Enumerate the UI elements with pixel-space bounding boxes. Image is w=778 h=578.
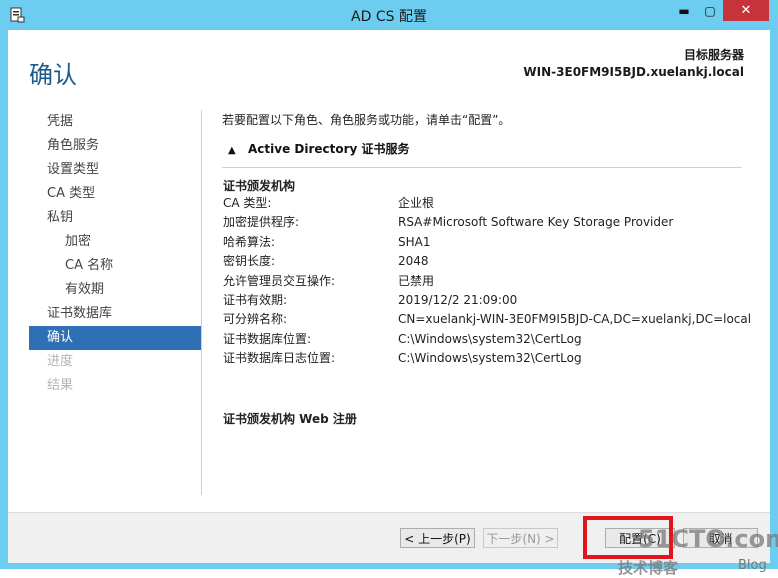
nav-item-progress: 进度 [47,354,74,369]
setting-key: 加密提供程序: [223,215,300,230]
nav-item-ca-name[interactable]: CA 名称 [29,254,201,278]
nav-item-results: 结果 [47,378,74,393]
intro-text: 若要配置以下角色、角色服务或功能，请单击“配置”。 [222,113,511,127]
setting-value: SHA1 [398,234,431,249]
setting-row: 证书有效期: 2019/12/2 21:09:00 [223,291,753,310]
collapse-arrow-icon[interactable]: ▲ [228,145,238,156]
nav-item-confirmation[interactable]: 确认 [29,326,201,350]
setting-value: 2048 [398,254,429,269]
web-enrollment-title: 证书颁发机构 Web 注册 [223,412,357,426]
section-header[interactable]: ▲ Active Directory 证书服务 [222,140,410,157]
setting-row: 密钥长度: 2048 [223,252,753,271]
wizard-nav: 凭据 角色服务 设置类型 CA 类型 私钥 加密 CA 名称 有效期 证书数据库… [29,110,201,398]
watermark-subtitle: 技术博客 [618,559,679,577]
setting-value: C:\Windows\system32\CertLog [398,331,582,346]
watermark-logo-text: 51CTO.com [638,525,778,553]
nav-item-certificate-database[interactable]: 证书数据库 [29,302,201,326]
setting-row: 哈希算法: SHA1 [223,233,753,252]
nav-item-credentials[interactable]: 凭据 [29,110,201,134]
setting-value: C:\Windows\system32\CertLog [398,351,582,366]
target-server-name: WIN-3E0FM9I5BJD.xuelankj.local [523,65,744,79]
setting-key: 允许管理员交互操作: [223,273,336,288]
setting-row: CA 类型: 企业根 [223,194,753,213]
watermark-blog: Blog [738,558,767,573]
setting-row: 允许管理员交互操作: 已禁用 [223,272,753,291]
next-button: 下一步(N) > [483,528,558,548]
setting-key: CA 类型: [223,196,272,210]
maximize-button[interactable]: ▢ [697,0,723,21]
setting-row: 加密提供程序: RSA#Microsoft Software Key Storag… [223,213,753,232]
setting-value: 企业根 [398,196,435,210]
nav-item-role-services[interactable]: 角色服务 [29,134,201,158]
section-title: Active Directory 证书服务 [248,142,410,156]
setting-key: 证书数据库位置: [223,331,312,346]
close-button[interactable]: ✕ [723,0,769,21]
page-title: 确认 [29,61,77,89]
setting-key: 可分辨名称: [223,312,288,327]
nav-item-validity-period[interactable]: 有效期 [29,278,201,302]
setting-row: 可分辨名称: CN=xuelankj-WIN-3E0FM9I5BJD-CA,DC=… [223,310,753,329]
setting-key: 证书有效期: [223,292,288,307]
nav-item-private-key[interactable]: 私钥 [29,206,201,230]
settings-list: CA 类型: 企业根 加密提供程序: RSA#Microsoft Software … [223,194,753,369]
minimize-button[interactable]: ▬ [671,0,697,21]
setting-value: 2019/12/2 21:09:00 [398,292,518,307]
title-bar[interactable]: AD CS 配置 ▬ ▢ ✕ [0,0,778,30]
nav-item-ca-type[interactable]: CA 类型 [29,182,201,206]
setting-key: 哈希算法: [223,234,276,249]
target-server-label: 目标服务器 [683,48,744,62]
previous-button[interactable]: < 上一步(P) [400,528,475,548]
subsection-title: 证书颁发机构 [223,179,296,193]
setting-key: 密钥长度: [223,254,276,269]
section-divider [222,167,742,168]
wizard-client-area: 确认 目标服务器 WIN-3E0FM9I5BJD.xuelankj.local … [8,30,778,577]
window-frame: AD CS 配置 ▬ ▢ ✕ 确认 目标服务器 WIN-3E0FM9I5BJD.… [0,0,778,577]
setting-value: CN=xuelankj-WIN-3E0FM9I5BJD-CA,DC=xuelan… [398,312,752,327]
nav-item-setup-type[interactable]: 设置类型 [29,158,201,182]
confirmation-content: 若要配置以下角色、角色服务或功能，请单击“配置”。 ▲ Active Direct… [222,110,752,426]
setting-row: 证书数据库位置: C:\Windows\system32\CertLog [223,330,753,349]
setting-key: 证书数据库日志位置: [223,351,336,366]
window-title: AD CS 配置 [351,9,427,25]
nav-item-cryptography[interactable]: 加密 [29,230,201,254]
setting-value: RSA#Microsoft Software Key Storage Provi… [398,215,674,230]
setting-row: 证书数据库日志位置: C:\Windows\system32\CertLog [223,349,753,368]
setting-value: 已禁用 [398,273,435,288]
nav-divider [201,110,202,495]
